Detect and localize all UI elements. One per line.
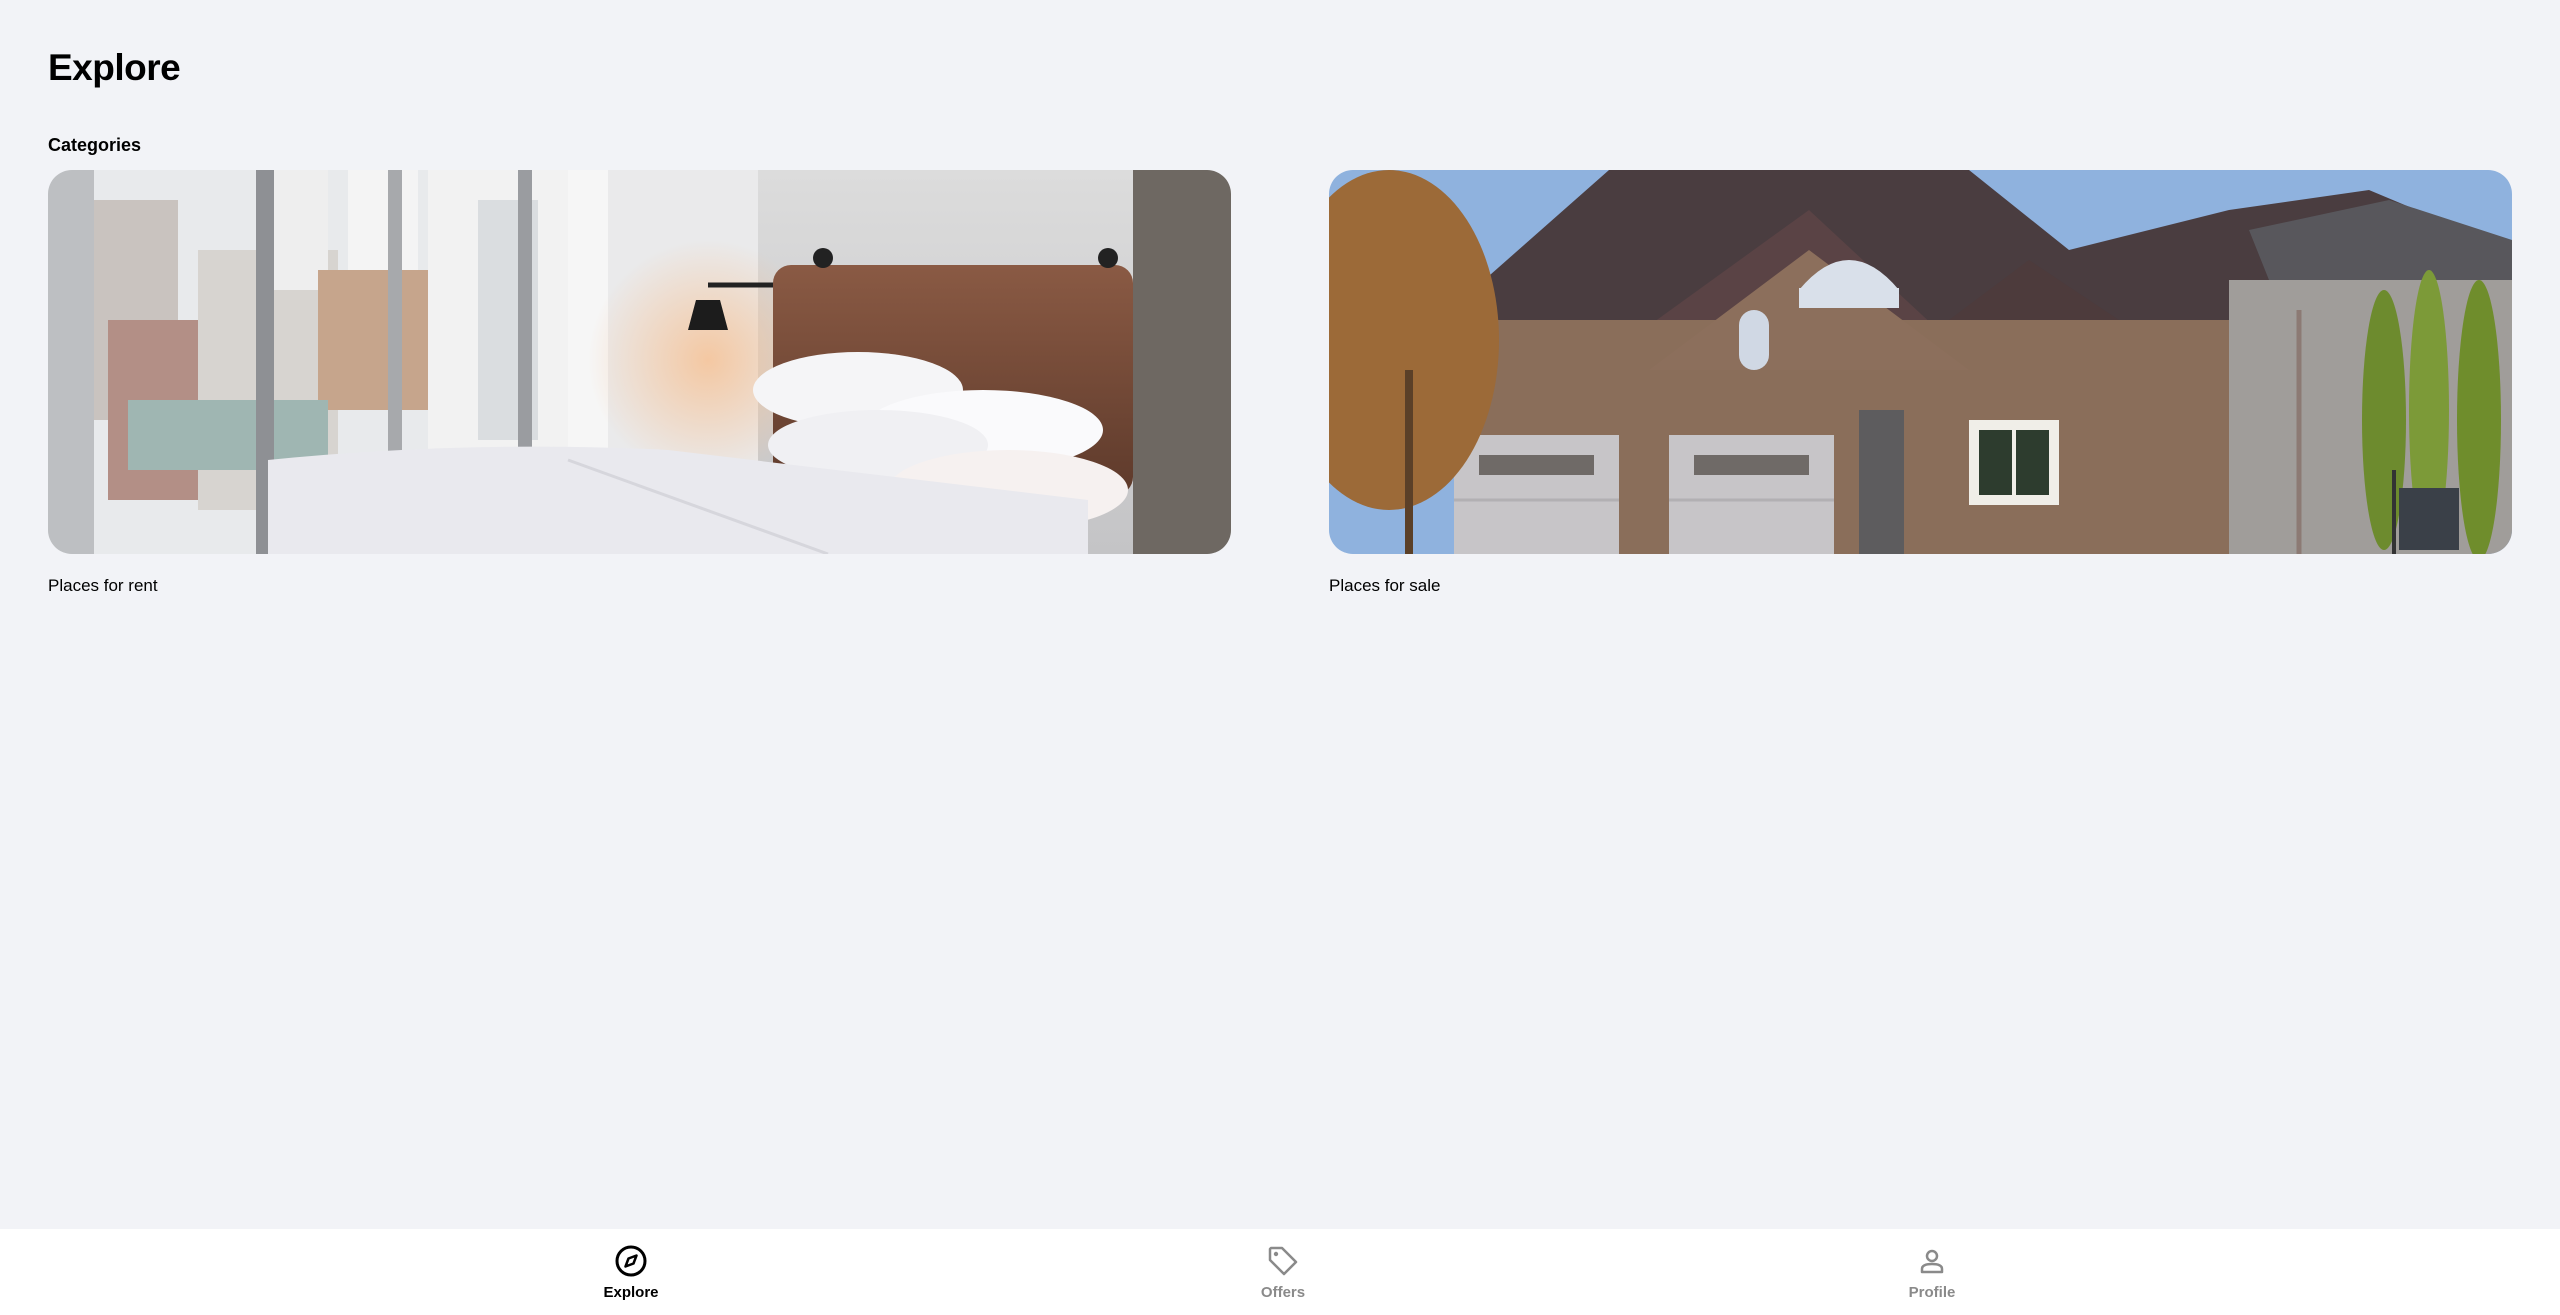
nav-item-explore[interactable]: Explore — [551, 1243, 711, 1303]
nav-item-offers[interactable]: Offers — [1203, 1243, 1363, 1303]
house-illustration — [1329, 170, 2512, 554]
person-icon — [1920, 1249, 1944, 1274]
explore-page: Explore Categories Places for rent Place… — [0, 0, 2560, 1315]
bedroom-photo[interactable] — [48, 170, 1231, 554]
category-label-rent[interactable]: Places for rent — [48, 574, 1231, 598]
category-label-sale[interactable]: Places for sale — [1329, 574, 2512, 598]
bedroom-illustration — [48, 170, 1231, 554]
page-title: Explore — [48, 47, 181, 88]
categories-heading: Categories — [48, 135, 142, 155]
nav-label-explore: Explore — [603, 1284, 659, 1301]
house-photo[interactable] — [1329, 170, 2512, 554]
nav-label-offers: Offers — [1260, 1284, 1306, 1301]
category-card-rent[interactable]: Places for rent — [48, 170, 1231, 598]
compass-icon — [615, 1245, 647, 1277]
nav-item-profile[interactable]: Profile — [1852, 1243, 2012, 1303]
tag-icon — [1268, 1246, 1298, 1276]
bottom-nav: Explore Offers Profile — [0, 1229, 2560, 1315]
category-card-sale[interactable]: Places for sale — [1329, 170, 2512, 598]
nav-label-profile: Profile — [1908, 1284, 1956, 1301]
